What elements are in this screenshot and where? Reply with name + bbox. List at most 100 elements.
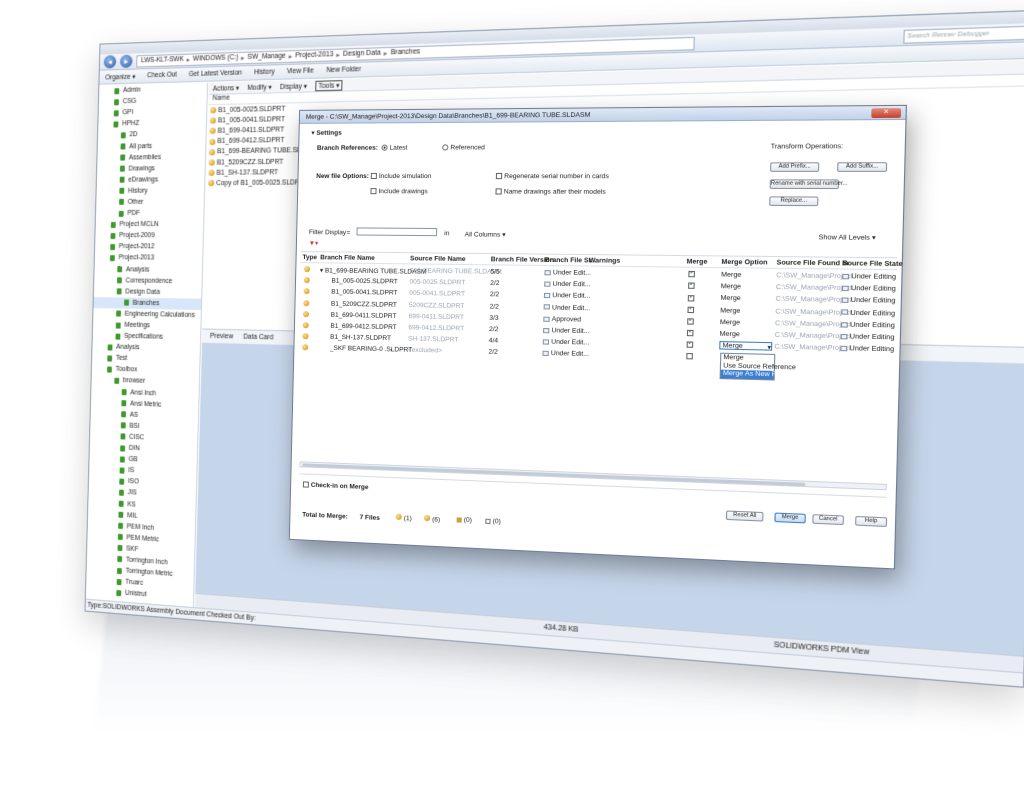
view-file-button[interactable]: View File [287,67,314,75]
folder-icon [119,176,125,184]
add-prefix-button[interactable]: Add Prefix... [769,162,820,172]
filter-input[interactable] [356,227,438,237]
col-source-state[interactable]: Source File State [842,260,902,268]
dialog-title-bar[interactable]: Merge - C:\SW_Manage\Project-2013\Design… [299,105,906,124]
back-arrow-icon[interactable]: ◂ [103,55,117,69]
tree-item[interactable]: eDrawings [97,174,205,186]
tree-item-label: HPHZ [122,120,140,128]
merge-checkbox[interactable] [686,330,694,337]
cell-option[interactable]: Merge [721,271,741,279]
branch-references-label: Branch References: [316,144,379,152]
help-button[interactable]: Help [855,515,888,528]
dropdown-option-merge-new[interactable]: Merge As New File [720,369,783,379]
actions-menu[interactable]: Actions ▾ [213,83,240,92]
include-drawings-checkbox[interactable] [370,188,377,195]
col-merge[interactable]: Merge [686,258,707,266]
tree-item-label: CSG [122,97,137,106]
radio-latest-indicator[interactable] [381,144,388,151]
include-drawings-option[interactable]: Include drawings [370,188,428,195]
chevron-right-icon: ▸ [336,51,341,59]
organize-menu[interactable]: Organize ▾ [105,72,135,81]
checkin-checkbox[interactable] [302,481,309,488]
name-drawings-option[interactable]: Name drawings after their models [495,188,606,196]
checkin-option[interactable]: Check-in on Merge [302,481,369,491]
history-button[interactable]: History [254,68,275,76]
merge-checkbox[interactable] [686,353,693,360]
tree-item-label: DIN [128,444,140,453]
filter-icon[interactable]: ▼▾ [309,239,319,247]
col-merge-option[interactable]: Merge Option [721,259,767,267]
forward-arrow-icon[interactable]: ▸ [119,54,133,69]
settings-header[interactable]: ▾ Settings [311,129,342,137]
file-name: B1_699-0411.SLDPRT [217,126,285,135]
modify-menu[interactable]: Modify ▾ [247,83,272,92]
filter-columns-select[interactable]: All Columns ▾ [465,230,506,239]
radio-latest[interactable]: Latest [381,144,408,152]
merge-checkbox[interactable] [687,294,695,302]
col-type[interactable]: Type [302,254,317,261]
cell-option[interactable]: Merge [720,307,740,315]
tools-menu[interactable]: Tools ▾ [315,79,343,91]
screenshot-stage: ◂ ▸ LWS-KLT-SWK ▸ WINDOWS (C:) ▸ SW_Manage… [0,0,1024,789]
merge-checkbox[interactable] [688,282,695,290]
cell-text: Approved [551,315,582,324]
tab-data-card[interactable]: Data Card [243,333,273,341]
cancel-button[interactable]: Cancel [812,514,845,526]
cell-option[interactable]: Merge [720,295,740,303]
tree-item[interactable]: Other [96,196,204,208]
breadcrumb-3[interactable]: Project-2013 [295,51,333,60]
include-simulation-checkbox[interactable] [370,173,377,180]
breadcrumb-5[interactable]: Branches [391,48,421,56]
merge-checkbox[interactable] [688,271,696,278]
cell-option[interactable]: Merge [721,283,741,291]
col-branch-file-name[interactable]: Branch File Name [320,254,375,262]
display-menu[interactable]: Display ▾ [280,82,307,91]
col-warnings[interactable]: Warnings [589,257,620,265]
rename-serial-button[interactable]: Rename with serial number... [769,179,848,190]
merge-option-select[interactable]: Merge ▾ [719,341,773,352]
search-input[interactable]: Search Renner Debugger [903,24,1024,44]
breadcrumb-2[interactable]: SW_Manage [247,53,285,61]
merge-checkbox[interactable] [687,318,694,325]
tree-item-label: All parts [129,142,153,150]
include-simulation-option[interactable]: Include simulation [370,173,431,180]
breadcrumb-0[interactable]: LWS-KLT-SWK [141,56,184,64]
tree-item[interactable]: Project-2012 [95,241,203,253]
show-levels-select[interactable]: Show All Levels ▾ [818,233,875,242]
reset-all-button[interactable]: Reset All [725,510,764,522]
name-drawings-checkbox[interactable] [495,188,502,195]
merge-button[interactable]: Merge [774,512,806,524]
breadcrumb-4[interactable]: Design Data [343,49,381,58]
cell-option[interactable]: Merge [720,330,740,338]
replace-button[interactable]: Replace... [769,196,819,207]
radio-referenced-indicator[interactable] [442,144,449,151]
merge-checkbox[interactable] [686,341,694,349]
tree-item[interactable]: History [96,185,204,197]
breadcrumb-1[interactable]: WINDOWS (C:) [193,54,238,63]
tree-item-label: Test [115,354,128,363]
col-source-file-name[interactable]: Source File Name [410,255,466,263]
merge-option-dropdown[interactable]: Merge Use Source Reference Merge As New … [719,352,796,380]
radio-referenced[interactable]: Referenced [442,144,485,152]
tree-item[interactable]: Project MCLN [96,219,204,230]
regenerate-serial-option[interactable]: Regenerate serial number in cards [495,173,609,180]
col-source-found-in[interactable]: Source File Found In [776,259,848,267]
new-folder-button[interactable]: New Folder [326,66,361,74]
tree-item[interactable]: Project-2009 [95,230,203,242]
tree-item[interactable]: PDF [96,208,204,219]
tab-preview[interactable]: Preview [210,333,233,341]
get-latest-button[interactable]: Get Latest Version [189,69,242,78]
add-suffix-button[interactable]: Add Suffix... [837,162,888,172]
merge-checkbox[interactable] [687,306,695,313]
regenerate-serial-checkbox[interactable] [495,173,503,180]
close-icon[interactable]: ✕ [871,107,902,118]
check-out-button[interactable]: Check Out [147,71,177,79]
tree-item[interactable]: Drawings [97,162,205,174]
tree-item-label: JIS [127,489,137,498]
cell-option[interactable]: Merge [720,319,740,327]
cell-version: 2/2 [489,326,499,333]
merge-option-select-value: Merge [722,342,743,351]
cell-text: 3/3 [489,314,499,322]
merge-dialog: Merge - C:\SW_Manage\Project-2013\Design… [288,104,907,570]
chevron-down-icon[interactable]: ▾ [767,343,771,352]
